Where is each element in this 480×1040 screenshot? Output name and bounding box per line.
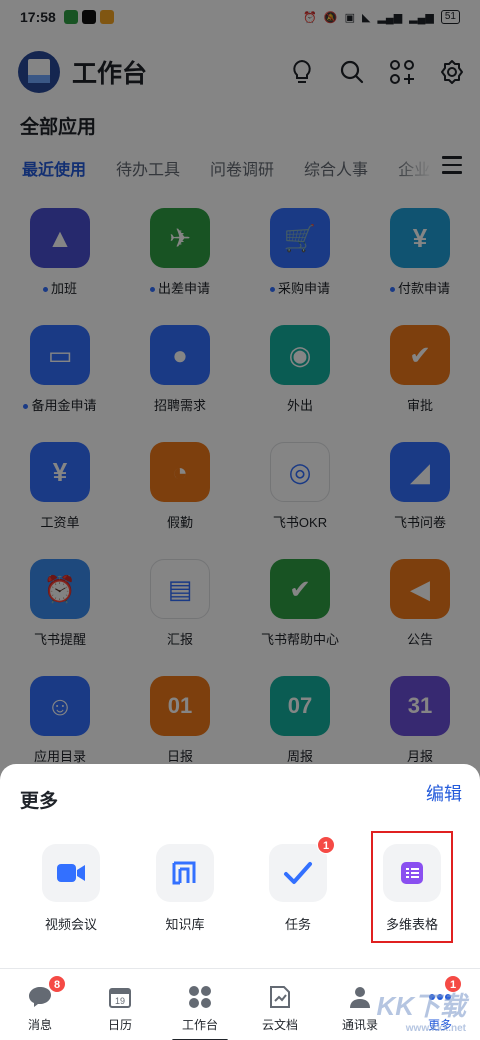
task-badge: 1 bbox=[317, 836, 335, 854]
video-meeting-icon bbox=[42, 844, 100, 902]
message-badge: 8 bbox=[48, 975, 66, 993]
nav-messages[interactable]: 8 消息 bbox=[0, 969, 80, 1040]
highlight-annotation bbox=[371, 831, 453, 943]
workplace-icon bbox=[188, 985, 212, 1009]
nav-calendar[interactable]: 19 日历 bbox=[80, 969, 160, 1040]
edit-button[interactable]: 编辑 bbox=[426, 780, 462, 806]
more-item-wiki[interactable]: 知识库 bbox=[130, 844, 240, 933]
docs-icon bbox=[268, 985, 292, 1009]
more-item-video-meeting[interactable]: 视频会议 bbox=[16, 844, 126, 933]
sheet-title: 更多 bbox=[20, 791, 59, 812]
calendar-day: 19 bbox=[115, 996, 125, 1006]
wiki-icon bbox=[156, 844, 214, 902]
watermark: KK下载 www.kkx.net bbox=[376, 991, 466, 1034]
task-icon: 1 bbox=[269, 836, 335, 902]
message-icon: 8 bbox=[28, 975, 66, 1009]
nav-workplace[interactable]: 工作台 bbox=[160, 969, 240, 1040]
contacts-icon bbox=[348, 985, 372, 1009]
more-item-task[interactable]: 1 任务 bbox=[243, 836, 353, 933]
calendar-icon: 19 bbox=[108, 985, 132, 1009]
nav-docs[interactable]: 云文档 bbox=[240, 969, 320, 1040]
